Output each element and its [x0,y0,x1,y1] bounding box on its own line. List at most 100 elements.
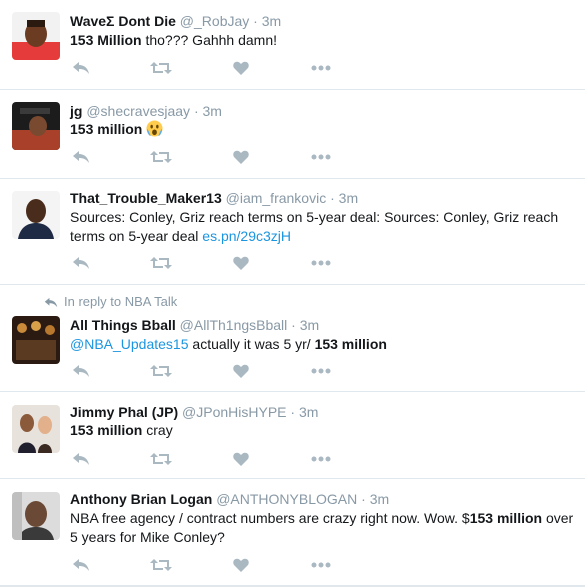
more-button[interactable] [310,556,332,574]
retweet-icon [150,62,172,74]
separator: · [253,13,258,29]
tweet[interactable]: That_Trouble_Maker13 @iam_frankovic · 3m… [0,179,585,285]
reply-to-label: In reply to NBA Talk [64,294,178,309]
reply-icon [73,365,89,377]
reply-context[interactable]: In reply to NBA Talk [44,294,177,310]
retweet-icon [150,365,172,377]
body-text: NBA free agency / contract numbers are c… [70,510,470,526]
more-icon [311,456,331,462]
display-name[interactable]: Anthony Brian Logan [70,491,212,507]
like-button[interactable] [230,254,252,272]
retweet-button[interactable] [150,556,172,574]
like-button[interactable] [230,148,252,166]
timestamp[interactable]: 3m [300,317,319,333]
like-button[interactable] [230,556,252,574]
avatar[interactable] [12,316,60,364]
more-icon [311,562,331,568]
tweet-text: 153 million cray [70,421,577,440]
tweet[interactable]: In reply to NBA Talk All Things Bball @A… [0,285,585,392]
more-icon [311,260,331,266]
retweet-icon [150,453,172,465]
tweet[interactable]: Jimmy Phal (JP) @JPonHisHYPE · 3m 153 mi… [0,392,585,479]
body-text: tho??? Gahhh damn! [141,32,278,48]
highlight-text: 153 million [70,422,143,438]
heart-icon [233,61,249,75]
reply-button[interactable] [70,148,92,166]
user-handle[interactable]: @shecravesjaay [86,103,190,119]
retweet-button[interactable] [150,254,172,272]
reply-icon [73,453,89,465]
tweet-text: @NBA_Updates15 actually it was 5 yr/ 153… [70,335,577,354]
separator: · [361,491,366,507]
more-icon [311,368,331,374]
reply-button[interactable] [70,362,92,380]
tweet-text: Sources: Conley, Griz reach terms on 5-y… [70,208,577,246]
tweet[interactable]: jg @shecravesjaay · 3m 153 million [0,90,585,179]
body-text: cray [142,422,173,438]
retweet-button[interactable] [150,450,172,468]
user-handle[interactable]: @AllTh1ngsBball [180,317,288,333]
avatar[interactable] [12,102,60,150]
tweet-text: NBA free agency / contract numbers are c… [70,509,577,547]
more-icon [311,65,331,71]
retweet-button[interactable] [150,148,172,166]
timestamp[interactable]: 3m [370,491,389,507]
like-button[interactable] [230,450,252,468]
separator: · [193,103,199,119]
more-button[interactable] [310,450,332,468]
timestamp[interactable]: 3m [262,13,281,29]
heart-icon [233,150,249,164]
tweet[interactable]: Anthony Brian Logan @ANTHONYBLOGAN · 3m … [0,479,585,585]
heart-icon [233,452,249,466]
more-button[interactable] [310,148,332,166]
separator: · [290,404,296,420]
retweet-icon [150,151,172,163]
timestamp[interactable]: 3m [339,190,358,206]
heart-icon [233,256,249,270]
display-name[interactable]: That_Trouble_Maker13 [70,190,222,206]
timestamp[interactable]: 3m [299,404,318,420]
tweet[interactable]: WaveΣ Dont Die @_RobJay · 3m 153 Million… [0,0,585,90]
retweet-button[interactable] [150,59,172,77]
user-handle[interactable]: @ANTHONYBLOGAN [216,491,357,507]
highlight-text: 153 Million [70,32,142,48]
reply-arrow-icon [44,297,58,308]
like-button[interactable] [230,362,252,380]
avatar[interactable] [12,492,60,540]
avatar[interactable] [12,12,60,60]
display-name[interactable]: Jimmy Phal (JP) [70,404,178,420]
body-text: Sources: Conley, Griz reach terms on 5-y… [70,209,559,244]
display-name[interactable]: All Things Bball [70,317,176,333]
retweet-icon [150,257,172,269]
reply-button[interactable] [70,254,92,272]
separator: · [330,190,335,206]
more-button[interactable] [310,254,332,272]
mention-link[interactable]: @NBA_Updates15 [70,336,189,352]
retweet-button[interactable] [150,362,172,380]
reply-button[interactable] [70,556,92,574]
highlight-text: 153 million [469,510,543,526]
more-button[interactable] [310,59,332,77]
highlight-text: 153 million [314,336,387,352]
like-button[interactable] [230,59,252,77]
timestamp[interactable]: 3m [203,103,222,119]
tweet-link[interactable]: es.pn/29c3zjH [202,228,291,244]
user-handle[interactable]: @iam_frankovic [226,190,327,206]
user-handle[interactable]: @JPonHisHYPE [182,404,286,420]
avatar[interactable] [12,191,60,239]
display-name[interactable]: WaveΣ Dont Die [70,13,176,29]
avatar[interactable] [12,405,60,453]
screaming-face-emoji [146,120,163,137]
reply-icon [73,559,89,571]
user-handle[interactable]: @_RobJay [180,13,249,29]
reply-icon [73,151,89,163]
heart-icon [233,558,249,572]
highlight-text: 153 million [70,121,143,137]
reply-icon [73,257,89,269]
body-text: actually it was 5 yr/ [188,336,315,352]
display-name[interactable]: jg [70,103,82,119]
more-button[interactable] [310,362,332,380]
reply-button[interactable] [70,450,92,468]
retweet-icon [150,559,172,571]
reply-button[interactable] [70,59,92,77]
